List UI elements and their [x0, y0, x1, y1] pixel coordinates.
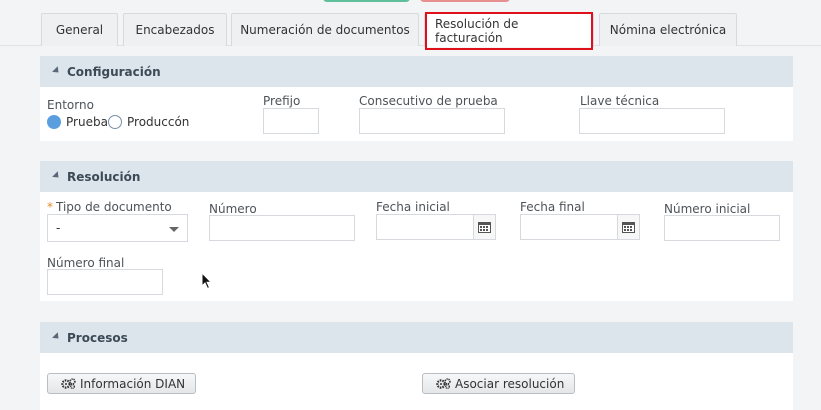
- numero-final-label: Número final: [47, 256, 125, 270]
- tab-label: Nómina electrónica: [609, 23, 727, 37]
- tab-label: General: [55, 23, 104, 37]
- tipo-documento-value: -: [56, 221, 61, 235]
- tipo-documento-label-text: Tipo de documento: [56, 200, 172, 214]
- tab-label: Encabezados: [135, 23, 215, 37]
- procesos-panel: Procesos Información DIAN Asociar resolu…: [40, 322, 793, 410]
- prefijo-input[interactable]: [263, 108, 319, 134]
- tab-bar: General Encabezados Numeración de docume…: [0, 0, 821, 50]
- gears-icon: [61, 378, 76, 389]
- llave-tecnica-label: Llave técnica: [580, 94, 660, 108]
- calendar-icon: [478, 222, 491, 233]
- consecutivo-label: Consecutivo de prueba: [359, 94, 498, 108]
- informacion-dian-label: Información DIAN: [80, 376, 186, 391]
- numero-inicial-label: Número inicial: [664, 202, 751, 216]
- fecha-final-label: Fecha final: [520, 200, 585, 214]
- resolucion-panel: Resolución * Tipo de documento - Número F…: [40, 161, 793, 301]
- procesos-title: Procesos: [67, 330, 128, 345]
- radio-prueba[interactable]: [47, 115, 61, 129]
- chevron-down-icon: [169, 227, 179, 232]
- consecutivo-input[interactable]: [359, 108, 505, 134]
- resolucion-title: Resolución: [67, 169, 141, 184]
- fecha-inicial-calendar-button[interactable]: [474, 214, 496, 240]
- mouse-cursor-icon: [201, 272, 213, 290]
- resolucion-header[interactable]: Resolución: [40, 161, 793, 192]
- configuracion-header[interactable]: Configuración: [40, 56, 793, 87]
- tab-nomina-electronica[interactable]: Nómina electrónica: [599, 13, 737, 46]
- informacion-dian-button[interactable]: Información DIAN: [47, 373, 197, 394]
- collapse-caret-icon: [52, 332, 62, 342]
- gears-icon: [436, 378, 451, 389]
- numero-input[interactable]: [209, 215, 355, 241]
- tab-label: Resolución de facturación: [425, 11, 593, 50]
- collapse-caret-icon: [52, 171, 62, 181]
- fecha-final-calendar-button[interactable]: [618, 214, 640, 240]
- tab-resolucion-facturacion[interactable]: Resolución de facturación: [424, 11, 594, 50]
- radio-produccion[interactable]: [108, 115, 122, 129]
- llave-tecnica-input[interactable]: [579, 108, 725, 134]
- tipo-documento-select[interactable]: -: [47, 214, 188, 242]
- radio-prueba-label: Prueba: [66, 115, 108, 129]
- tab-label: Numeración de documentos: [240, 23, 410, 37]
- asociar-resolucion-label: Asociar resolución: [455, 376, 565, 391]
- procesos-header[interactable]: Procesos: [40, 322, 793, 353]
- calendar-icon: [622, 222, 635, 233]
- fecha-inicial-input[interactable]: [376, 214, 474, 240]
- tab-encabezados[interactable]: Encabezados: [123, 13, 227, 46]
- numero-inicial-input[interactable]: [664, 215, 780, 241]
- tab-general[interactable]: General: [41, 13, 118, 46]
- radio-produccion-label: Produccón: [127, 115, 190, 129]
- numero-final-input[interactable]: [47, 269, 163, 295]
- tab-numeracion[interactable]: Numeración de documentos: [231, 13, 419, 46]
- fecha-final-input[interactable]: [520, 214, 618, 240]
- asociar-resolucion-button[interactable]: Asociar resolución: [422, 373, 576, 394]
- tipo-documento-label: * Tipo de documento: [47, 200, 172, 214]
- collapse-caret-icon: [52, 66, 62, 76]
- entorno-label: Entorno: [47, 98, 94, 112]
- required-mark: *: [47, 200, 53, 214]
- settings-page: General Encabezados Numeración de docume…: [0, 0, 821, 410]
- fecha-inicial-label: Fecha inicial: [376, 200, 450, 214]
- configuracion-panel: Configuración Entorno Prueba Produccón P…: [40, 56, 793, 141]
- numero-label: Número: [209, 202, 257, 216]
- configuracion-title: Configuración: [67, 64, 161, 79]
- prefijo-label: Prefijo: [263, 94, 301, 108]
